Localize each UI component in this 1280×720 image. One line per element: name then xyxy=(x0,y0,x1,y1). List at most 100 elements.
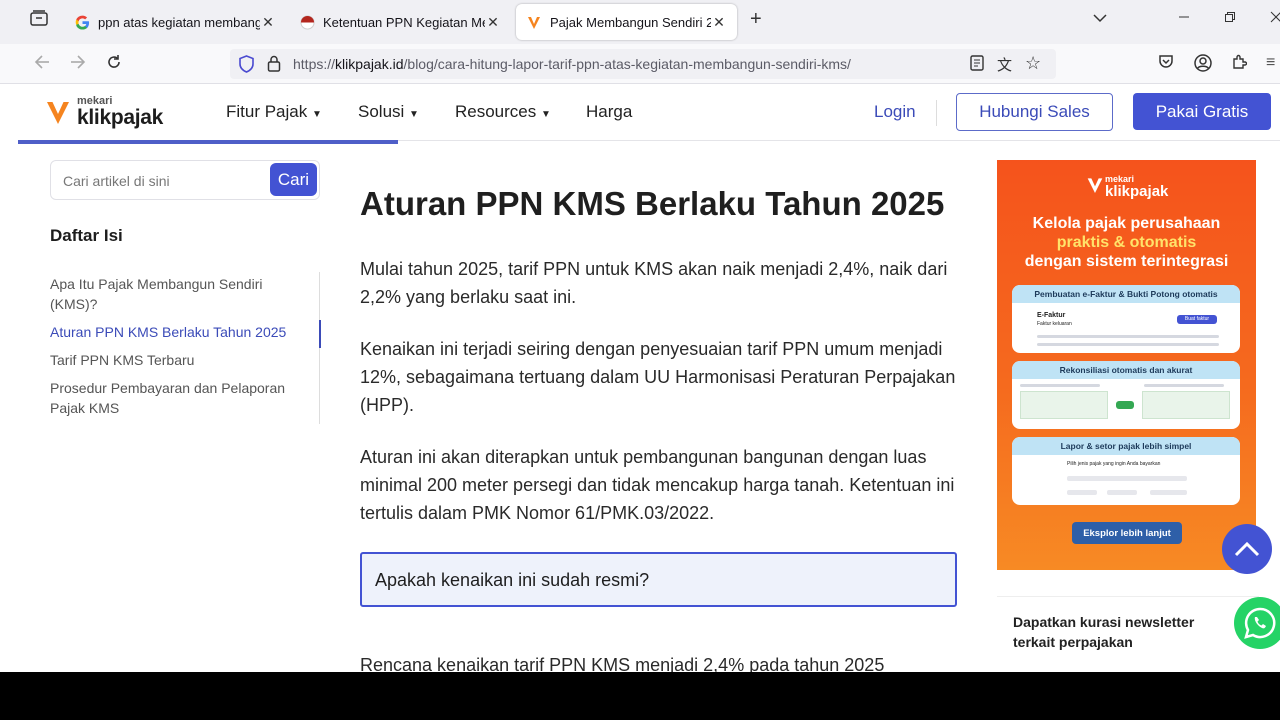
menu-label: Resources xyxy=(455,102,537,121)
pajak-favicon xyxy=(299,14,315,30)
toc-item-active[interactable]: Aturan PPN KMS Berlaku Tahun 2025 xyxy=(50,322,300,342)
menu-icon[interactable]: ≡ xyxy=(1266,54,1275,72)
reload-icon[interactable] xyxy=(106,54,122,75)
search-input[interactable]: Cari artikel di sini xyxy=(63,173,170,189)
tab-strip: ppn atas kegiatan membangun ✕ Ketentuan … xyxy=(0,0,1280,44)
tab-overview-icon[interactable] xyxy=(30,10,48,31)
ad-card-row xyxy=(1150,490,1187,495)
paragraph: Aturan ini akan diterapkan untuk pembang… xyxy=(360,447,955,523)
ad-card-title: Pembuatan e-Faktur & Bukti Potong otomat… xyxy=(1012,285,1240,303)
newsletter-text: Dapatkan kurasi newsletter terkait perpa… xyxy=(1013,614,1195,650)
ad-card-efaktur: Pembuatan e-Faktur & Bukti Potong otomat… xyxy=(1012,285,1240,353)
ad-card-block xyxy=(1142,391,1230,419)
tab-title: Pajak Membangun Sendiri 2025 xyxy=(550,14,711,30)
tab-pajak-membangun[interactable]: Pajak Membangun Sendiri 2025 ✕ xyxy=(516,4,737,40)
ad-card-lapor: Lapor & setor pajak lebih simpel Pilih j… xyxy=(1012,437,1240,505)
login-link[interactable]: Login xyxy=(874,102,916,122)
site-header: mekari klikpajak Fitur Pajak ▼ Solusi ▼ … xyxy=(18,85,1280,141)
ad-card-badge xyxy=(1116,401,1134,409)
tab-title: Ketentuan PPN Kegiatan Memb xyxy=(323,14,485,30)
minimize-icon[interactable] xyxy=(1178,10,1190,28)
caret-down-icon: ▼ xyxy=(311,109,322,120)
toc-item[interactable]: Tarif PPN KMS Terbaru xyxy=(50,350,300,370)
klikpajak-logo-icon xyxy=(47,102,69,124)
new-tab-icon[interactable]: + xyxy=(750,8,762,31)
list-all-tabs-icon[interactable] xyxy=(1093,10,1107,28)
paragraph: Rencana kenaikan tarif PPN KMS menjadi 2… xyxy=(360,655,885,672)
url-host: klikpajak.id xyxy=(335,56,404,72)
back-icon[interactable] xyxy=(34,54,50,75)
ad-card-row xyxy=(1037,343,1219,346)
toc-active-indicator xyxy=(319,320,321,348)
url-text[interactable]: https://klikpajak.id/blog/cara-hitung-la… xyxy=(293,56,851,72)
ad-card-rekonsiliasi: Rekonsiliasi otomatis dan akurat xyxy=(1012,361,1240,429)
logo-main-text: klikpajak xyxy=(77,106,164,129)
tracking-protection-icon[interactable] xyxy=(238,55,255,78)
close-window-icon[interactable] xyxy=(1270,10,1280,28)
toc-item[interactable]: Apa Itu Pajak Membangun Sendiri (KMS)? xyxy=(50,274,300,314)
divider xyxy=(936,100,937,126)
restore-icon[interactable] xyxy=(1224,10,1236,28)
url-path: /blog/cara-hitung-lapor-tarif-ppn-atas-k… xyxy=(403,56,851,72)
ad-card-title: Lapor & setor pajak lebih simpel xyxy=(1012,437,1240,455)
paragraph: Kenaikan ini terjadi seiring dengan peny… xyxy=(360,339,956,415)
pocket-icon[interactable] xyxy=(1158,54,1174,75)
browser-window: ppn atas kegiatan membangun ✕ Ketentuan … xyxy=(0,0,1280,672)
ad-card-row xyxy=(1067,476,1187,481)
ad-headline: Kelola pajak perusahaan praktis & otomat… xyxy=(997,214,1256,271)
tab-ketentuan-ppn[interactable]: Ketentuan PPN Kegiatan Memb ✕ xyxy=(289,4,511,40)
close-tab-icon[interactable]: ✕ xyxy=(260,14,276,31)
ad-card-row xyxy=(1107,490,1137,495)
ad-logo-main: klikpajak xyxy=(1105,183,1169,200)
klikpajak-favicon xyxy=(526,14,542,30)
scroll-to-top-button[interactable] xyxy=(1222,524,1272,574)
tab-google-search[interactable]: ppn atas kegiatan membangun ✕ xyxy=(64,4,286,40)
tab-title: ppn atas kegiatan membangun xyxy=(98,14,260,30)
menu-fitur-pajak[interactable]: Fitur Pajak ▼ xyxy=(226,102,322,122)
web-page: mekari klikpajak Fitur Pajak ▼ Solusi ▼ … xyxy=(18,85,1280,672)
whatsapp-icon xyxy=(1244,607,1276,639)
toc-item[interactable]: Prosedur Pembayaran dan Pelaporan Pajak … xyxy=(50,378,300,418)
faq-question-box[interactable]: Apakah kenaikan ini sudah resmi? xyxy=(360,552,957,607)
section-heading: Aturan PPN KMS Berlaku Tahun 2025 xyxy=(360,185,945,222)
pakai-gratis-button[interactable]: Pakai Gratis xyxy=(1133,93,1271,130)
ad-headline-highlight: praktis & otomatis xyxy=(1056,234,1197,251)
hubungi-sales-button[interactable]: Hubungi Sales xyxy=(956,93,1113,131)
ad-card-block xyxy=(1020,391,1108,419)
ad-card-row xyxy=(1067,490,1097,495)
bookmark-star-icon[interactable]: ☆ xyxy=(1025,53,1041,74)
forward-icon[interactable] xyxy=(70,54,86,75)
ad-card-button: Buat faktur xyxy=(1177,315,1217,324)
url-bar[interactable]: https://klikpajak.id/blog/cara-hitung-la… xyxy=(230,49,1056,79)
url-prefix: https:// xyxy=(293,56,336,72)
menu-resources[interactable]: Resources ▼ xyxy=(455,102,551,122)
close-tab-icon[interactable]: ✕ xyxy=(485,14,501,31)
faq-question-text: Apakah kenaikan ini sudah resmi? xyxy=(375,570,650,590)
reading-progress-bar xyxy=(18,140,398,144)
whatsapp-button[interactable] xyxy=(1234,597,1280,649)
ad-card-label: E-Faktur xyxy=(1037,312,1066,319)
account-icon[interactable] xyxy=(1194,54,1212,77)
explore-more-button[interactable]: Eksplor lebih lanjut xyxy=(1072,522,1182,544)
search-button[interactable]: Cari xyxy=(270,163,317,196)
caret-down-icon: ▼ xyxy=(409,109,419,120)
paragraph: Mulai tahun 2025, tarif PPN untuk KMS ak… xyxy=(360,259,948,307)
lock-icon[interactable] xyxy=(267,55,281,77)
menu-solusi[interactable]: Solusi ▼ xyxy=(358,102,419,122)
menu-label: Fitur Pajak xyxy=(226,102,308,121)
promo-banner[interactable]: mekari klikpajak Kelola pajak perusahaan… xyxy=(997,160,1256,570)
ad-card-row xyxy=(1037,335,1219,338)
extensions-icon[interactable] xyxy=(1231,54,1248,75)
ad-headline-line: dengan sistem terintegrasi xyxy=(1024,253,1229,270)
menu-harga[interactable]: Harga xyxy=(586,102,632,122)
google-icon xyxy=(74,14,90,30)
caret-down-icon: ▼ xyxy=(541,109,551,120)
chevron-up-icon xyxy=(1234,541,1260,557)
toc-title: Daftar Isi xyxy=(50,226,123,245)
translate-icon[interactable]: 文 xyxy=(997,54,1012,75)
ad-card-row xyxy=(1144,384,1224,387)
ad-card-sublabel: Faktur keluaran xyxy=(1037,321,1072,327)
close-tab-icon[interactable]: ✕ xyxy=(711,14,727,31)
menu-label: Solusi xyxy=(358,102,405,121)
reader-view-icon[interactable] xyxy=(970,55,984,76)
